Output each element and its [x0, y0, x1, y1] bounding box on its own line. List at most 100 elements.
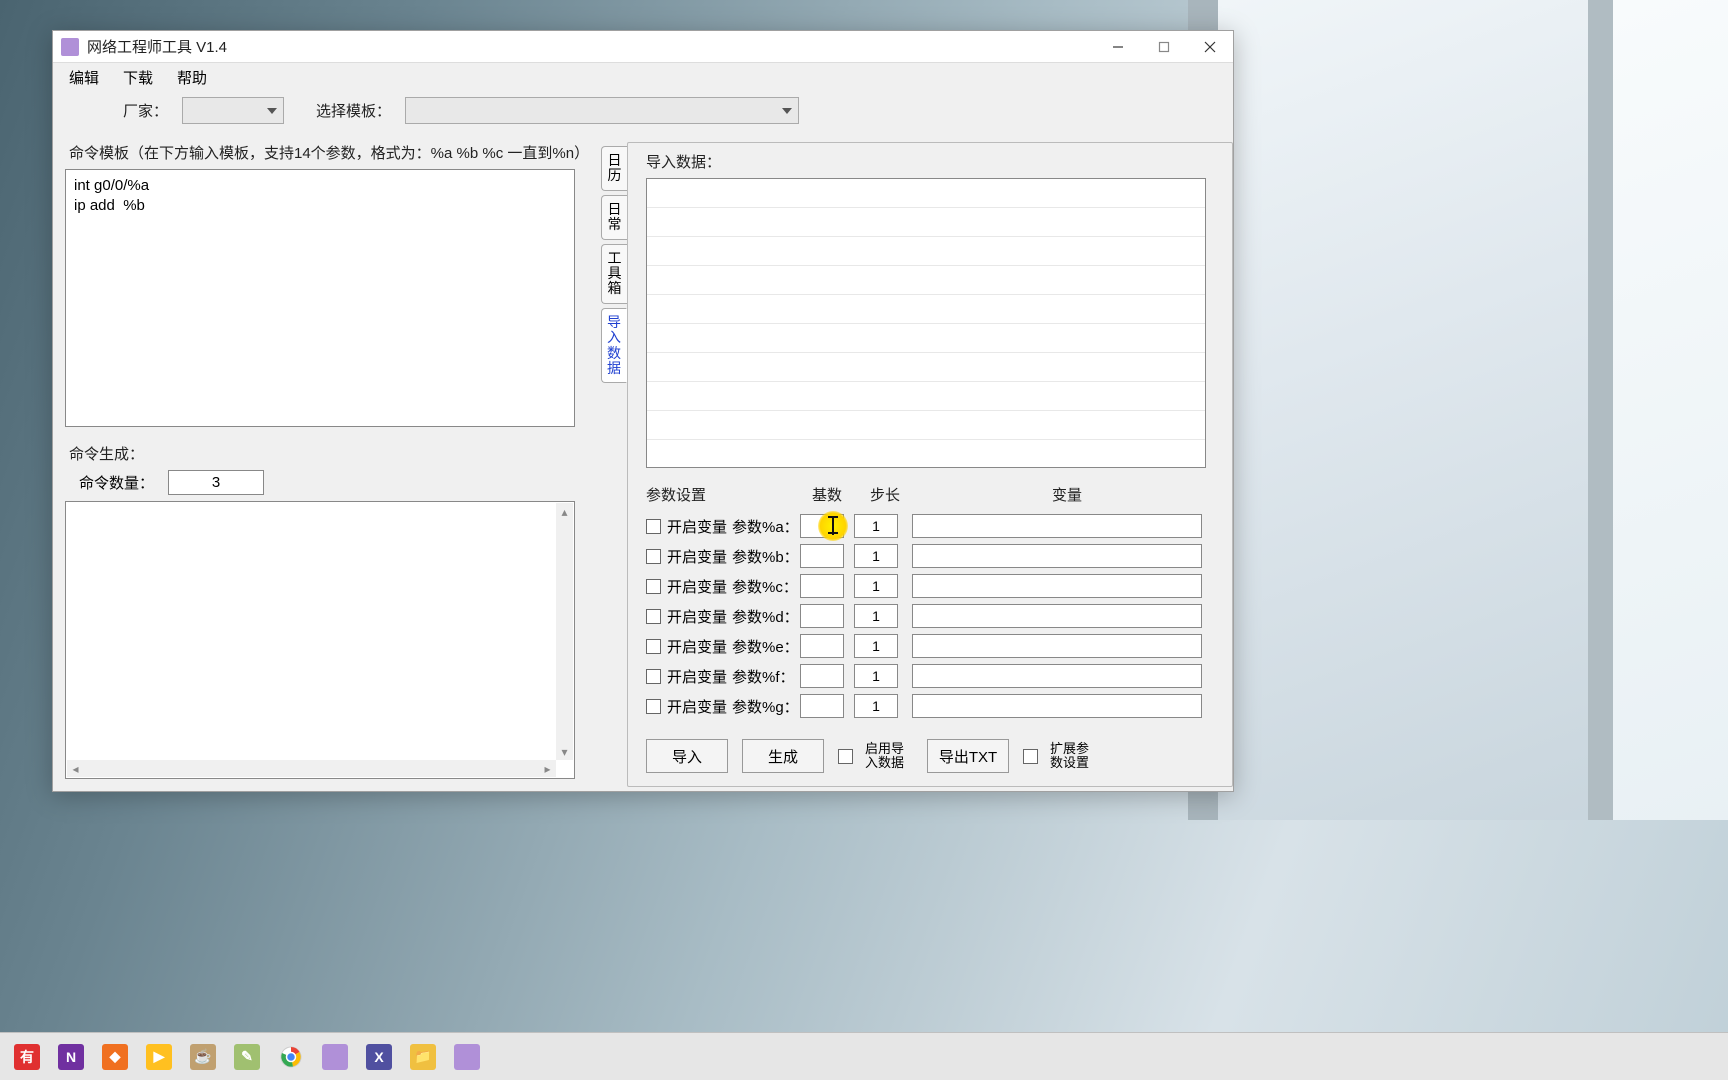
scroll-down-icon[interactable]: ▾: [556, 743, 573, 760]
taskbar-app-icon[interactable]: [272, 1038, 310, 1076]
taskbar-app-icon[interactable]: [448, 1038, 486, 1076]
param-name-label: 参数%b：: [732, 546, 800, 567]
enable-var-label: 开启变量: [667, 606, 732, 627]
app-window: 网络工程师工具 V1.4 编辑 下载 帮助 厂家： 选择模板：: [52, 30, 1234, 792]
taskbar-app-icon[interactable]: ☕: [184, 1038, 222, 1076]
step-input[interactable]: [854, 604, 898, 628]
param-row: 开启变量参数%a：: [646, 511, 1220, 541]
variable-input[interactable]: [912, 694, 1202, 718]
checkbox-icon[interactable]: [838, 749, 853, 764]
param-name-label: 参数%e：: [732, 636, 800, 657]
toolbar: 厂家： 选择模板：: [53, 91, 1233, 134]
enable-var-label: 开启变量: [667, 576, 732, 597]
extend-params-check[interactable]: 扩展参数设置: [1023, 742, 1098, 769]
taskbar-app-icon[interactable]: X: [360, 1038, 398, 1076]
taskbar-app-icon[interactable]: N: [52, 1038, 90, 1076]
scroll-left-icon[interactable]: ◂: [67, 760, 84, 777]
base-input[interactable]: [800, 514, 844, 538]
enable-var-label: 开启变量: [667, 666, 732, 687]
variable-input[interactable]: [912, 634, 1202, 658]
enable-import-label: 启用导入数据: [865, 742, 913, 769]
menu-help[interactable]: 帮助: [167, 65, 217, 90]
param-row: 开启变量参数%e：: [646, 631, 1220, 661]
base-input[interactable]: [800, 574, 844, 598]
maximize-icon: [1158, 41, 1170, 53]
tab-daily[interactable]: 日常: [601, 195, 627, 240]
step-input[interactable]: [854, 694, 898, 718]
titlebar[interactable]: 网络工程师工具 V1.4: [53, 31, 1233, 63]
side-tabs: 日历 日常 工具箱 导入数据: [601, 146, 627, 387]
variable-input[interactable]: [912, 544, 1202, 568]
variable-input[interactable]: [912, 604, 1202, 628]
base-input[interactable]: [800, 694, 844, 718]
vendor-combo[interactable]: [182, 97, 284, 124]
base-input[interactable]: [800, 634, 844, 658]
extend-params-label: 扩展参数设置: [1050, 742, 1098, 769]
scrollbar-horizontal[interactable]: ◂ ▸: [67, 760, 556, 777]
app-icon: [61, 38, 79, 56]
output-textarea[interactable]: ▴ ▾ ◂ ▸: [65, 501, 575, 779]
scrollbar-vertical[interactable]: ▴ ▾: [556, 503, 573, 760]
taskbar-app-icon[interactable]: ▶: [140, 1038, 178, 1076]
template-combo[interactable]: [405, 97, 799, 124]
taskbar-app-icon[interactable]: [316, 1038, 354, 1076]
bg-window-frame: [1588, 0, 1728, 820]
param-name-label: 参数%a：: [732, 516, 800, 537]
enable-var-checkbox[interactable]: [646, 699, 661, 714]
variable-input[interactable]: [912, 664, 1202, 688]
header-base: 基数: [798, 484, 856, 505]
taskbar-items: 有N◆▶☕✎ X📁: [8, 1038, 486, 1076]
param-rows-container: 开启变量参数%a：开启变量参数%b：开启变量参数%c：开启变量参数%d：开启变量…: [646, 511, 1220, 721]
enable-var-checkbox[interactable]: [646, 639, 661, 654]
enable-var-checkbox[interactable]: [646, 669, 661, 684]
taskbar-app-icon[interactable]: ◆: [96, 1038, 134, 1076]
tab-calendar[interactable]: 日历: [601, 146, 627, 191]
scroll-up-icon[interactable]: ▴: [556, 503, 573, 520]
enable-var-checkbox[interactable]: [646, 519, 661, 534]
variable-input[interactable]: [912, 514, 1202, 538]
enable-var-checkbox[interactable]: [646, 609, 661, 624]
maximize-button[interactable]: [1141, 31, 1187, 63]
step-input[interactable]: [854, 544, 898, 568]
step-input[interactable]: [854, 634, 898, 658]
menu-edit[interactable]: 编辑: [59, 65, 109, 90]
window-controls: [1095, 31, 1233, 63]
import-button[interactable]: 导入: [646, 739, 728, 773]
base-input[interactable]: [800, 604, 844, 628]
qty-input[interactable]: [168, 470, 264, 495]
base-input[interactable]: [800, 664, 844, 688]
menu-download[interactable]: 下载: [113, 65, 163, 90]
taskbar[interactable]: 有N◆▶☕✎ X📁: [0, 1032, 1728, 1080]
scroll-right-icon[interactable]: ▸: [539, 760, 556, 777]
minimize-button[interactable]: [1095, 31, 1141, 63]
export-txt-button[interactable]: 导出TXT: [927, 739, 1009, 773]
import-data-grid[interactable]: [646, 178, 1206, 468]
enable-var-label: 开启变量: [667, 546, 732, 567]
qty-row: 命令数量：: [79, 470, 595, 495]
param-name-label: 参数%f：: [732, 666, 800, 687]
generate-button[interactable]: 生成: [742, 739, 824, 773]
enable-import-check[interactable]: 启用导入数据: [838, 742, 913, 769]
vendor-label: 厂家：: [123, 100, 168, 121]
step-input[interactable]: [854, 574, 898, 598]
taskbar-app-icon[interactable]: 📁: [404, 1038, 442, 1076]
enable-var-checkbox[interactable]: [646, 579, 661, 594]
variable-input[interactable]: [912, 574, 1202, 598]
step-input[interactable]: [854, 514, 898, 538]
base-input[interactable]: [800, 544, 844, 568]
close-button[interactable]: [1187, 31, 1233, 63]
tab-import-data[interactable]: 导入数据: [601, 308, 627, 384]
taskbar-app-icon[interactable]: ✎: [228, 1038, 266, 1076]
tab-toolbox[interactable]: 工具箱: [601, 244, 627, 304]
body-area: 命令模板（在下方输入模板，支持14个参数，格式为：%a %b %c 一直到%n）…: [53, 134, 1233, 791]
param-row: 开启变量参数%c：: [646, 571, 1220, 601]
template-caption: 命令模板（在下方输入模板，支持14个参数，格式为：%a %b %c 一直到%n）: [69, 142, 595, 163]
template-textarea[interactable]: int g0/0/%a ip add %b: [65, 169, 575, 427]
checkbox-icon[interactable]: [1023, 749, 1038, 764]
template-select-label: 选择模板：: [316, 100, 391, 121]
enable-var-checkbox[interactable]: [646, 549, 661, 564]
taskbar-app-icon[interactable]: 有: [8, 1038, 46, 1076]
step-input[interactable]: [854, 664, 898, 688]
header-param-set: 参数设置: [646, 484, 798, 505]
enable-var-label: 开启变量: [667, 696, 732, 717]
